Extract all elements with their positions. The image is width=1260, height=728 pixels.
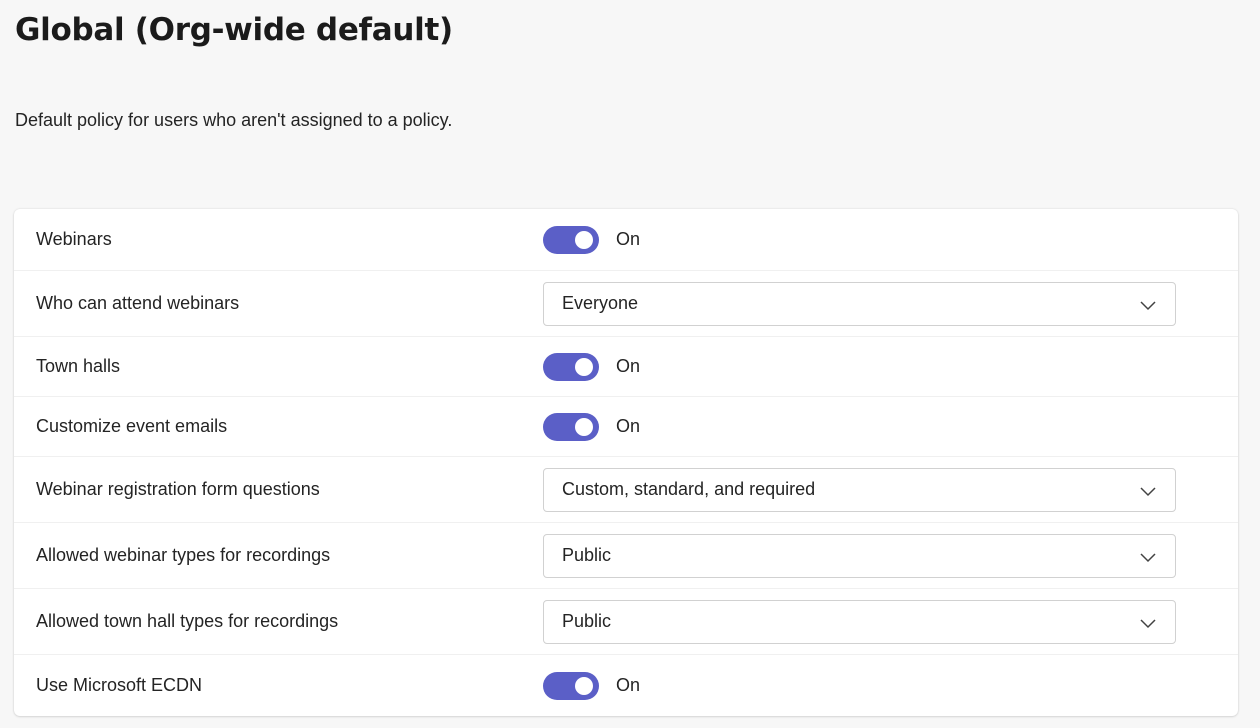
toggle-knob bbox=[575, 676, 593, 695]
setting-row-customize-emails: Customize event emails On bbox=[14, 397, 1238, 457]
webinars-toggle-control[interactable]: On bbox=[543, 225, 641, 254]
toggle-knob bbox=[575, 357, 593, 376]
customize-emails-toggle-control[interactable]: On bbox=[543, 412, 641, 441]
setting-label: Allowed webinar types for recordings bbox=[36, 545, 331, 565]
setting-label: Webinar registration form questions bbox=[36, 479, 320, 499]
ecdn-toggle-control[interactable]: On bbox=[543, 671, 641, 700]
chevron-down-icon bbox=[1140, 486, 1156, 496]
toggle-state-text: On bbox=[616, 675, 641, 695]
webinars-toggle[interactable] bbox=[543, 225, 599, 254]
registration-questions-dropdown[interactable]: Custom, standard, and required bbox=[543, 467, 1176, 512]
webinar-recording-types-control: Public bbox=[543, 533, 1176, 578]
dropdown-value: Everyone bbox=[562, 293, 639, 313]
setting-row-townhall-recording-types: Allowed town hall types for recordings P… bbox=[14, 589, 1238, 655]
page-title: Global (Org-wide default) bbox=[15, 12, 453, 48]
who-can-attend-control: Everyone bbox=[543, 281, 1176, 326]
who-can-attend-dropdown[interactable]: Everyone bbox=[543, 281, 1176, 326]
dropdown-value: Public bbox=[562, 545, 612, 565]
setting-row-webinar-recording-types: Allowed webinar types for recordings Pub… bbox=[14, 523, 1238, 589]
setting-row-webinars: Webinars On bbox=[14, 209, 1238, 271]
setting-label: Webinars bbox=[36, 229, 112, 249]
toggle-knob bbox=[575, 230, 593, 249]
setting-label: Customize event emails bbox=[36, 416, 228, 436]
setting-label: Town halls bbox=[36, 356, 121, 376]
town-halls-toggle-control[interactable]: On bbox=[543, 352, 641, 381]
townhall-recording-types-control: Public bbox=[543, 599, 1176, 644]
dropdown-value: Custom, standard, and required bbox=[562, 479, 816, 499]
toggle-state-text: On bbox=[616, 416, 641, 436]
setting-row-town-halls: Town halls On bbox=[14, 337, 1238, 397]
setting-row-ecdn: Use Microsoft ECDN On bbox=[14, 655, 1238, 716]
setting-label: Who can attend webinars bbox=[36, 293, 240, 313]
toggle-state-text: On bbox=[616, 229, 641, 249]
page-description: Default policy for users who aren't assi… bbox=[15, 110, 453, 130]
setting-row-who-can-attend: Who can attend webinars Everyone bbox=[14, 271, 1238, 337]
setting-label: Use Microsoft ECDN bbox=[36, 675, 203, 695]
town-halls-toggle[interactable] bbox=[543, 352, 599, 381]
toggle-knob bbox=[575, 417, 593, 436]
setting-row-registration-questions: Webinar registration form questions Cust… bbox=[14, 457, 1238, 523]
toggle-state-text: On bbox=[616, 356, 641, 376]
customize-emails-toggle[interactable] bbox=[543, 412, 599, 441]
settings-card: Webinars On Who can attend webinars Ever… bbox=[14, 209, 1238, 716]
dropdown-value: Public bbox=[562, 611, 612, 631]
setting-label: Allowed town hall types for recordings bbox=[36, 611, 339, 631]
chevron-down-icon bbox=[1140, 300, 1156, 310]
townhall-recording-types-dropdown[interactable]: Public bbox=[543, 599, 1176, 644]
chevron-down-icon bbox=[1140, 552, 1156, 562]
registration-questions-control: Custom, standard, and required bbox=[543, 467, 1176, 512]
chevron-down-icon bbox=[1140, 618, 1156, 628]
ecdn-toggle[interactable] bbox=[543, 671, 599, 700]
webinar-recording-types-dropdown[interactable]: Public bbox=[543, 533, 1176, 578]
